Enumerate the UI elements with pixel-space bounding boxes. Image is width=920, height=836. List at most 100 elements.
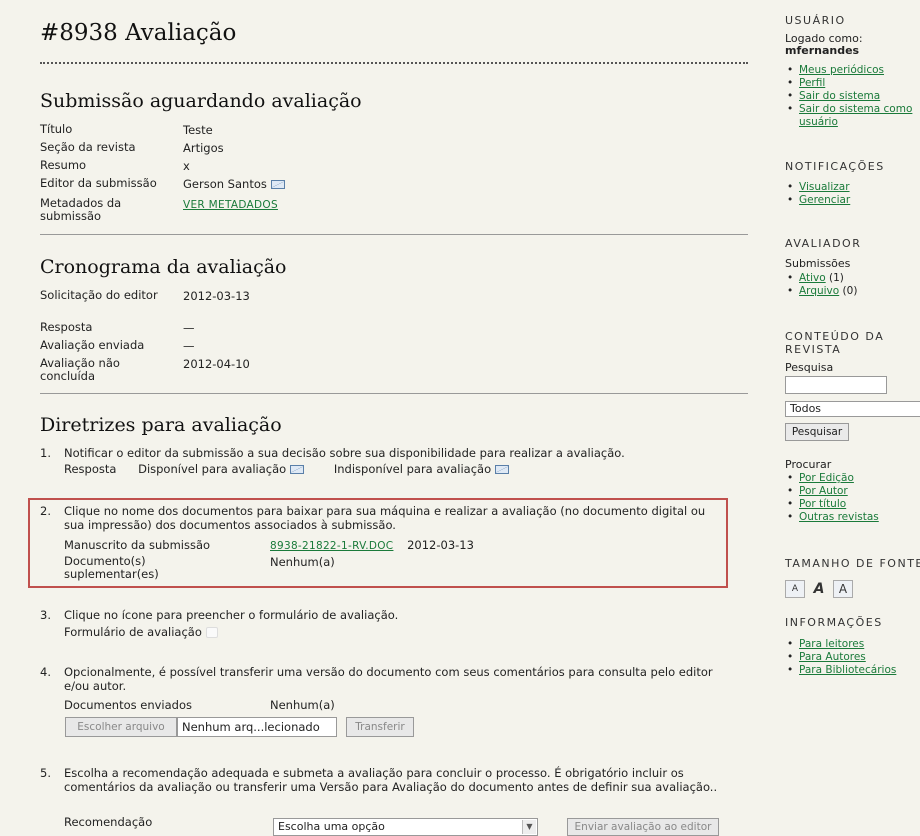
editor-value: Gerson Santos <box>183 177 285 191</box>
review-form-row: Formulário de avaliação <box>64 625 218 639</box>
due-value: 2012-04-10 <box>183 357 250 371</box>
my-journals-link[interactable]: Meus periódicos <box>799 64 884 76</box>
reviewer-title: AVALIADOR <box>785 237 862 250</box>
sent-label: Avaliação enviada <box>40 338 145 352</box>
for-readers-link[interactable]: Para leitores <box>799 638 864 650</box>
view-notifications-link[interactable]: Visualizar <box>799 181 850 193</box>
profile-link[interactable]: Perfil <box>799 77 825 89</box>
email-icon[interactable] <box>270 180 285 189</box>
unavailable-label: Indisponível para avaliação <box>333 462 492 476</box>
user-block-title: USUÁRIO <box>785 14 846 27</box>
notifications-title: NOTIFICAÇÕES <box>785 160 885 173</box>
step-text: Clique no nome dos documentos para baixa… <box>64 504 706 532</box>
logout-link[interactable]: Sair do sistema <box>799 90 880 102</box>
review-form-icon[interactable] <box>205 627 218 638</box>
sent-value: — <box>183 339 195 353</box>
review-form-label: Formulário de avaliação <box>64 625 202 639</box>
unavailable-option[interactable]: Indisponível para avaliação <box>333 462 510 476</box>
active-count: (1) <box>829 272 844 284</box>
by-author-link[interactable]: Por Autor <box>799 485 848 497</box>
uploaded-docs-value: Nenhum(a) <box>270 698 335 712</box>
information-links: Para leitores Para Autores Para Bibliote… <box>787 638 920 677</box>
recommendation-selected: Escolha uma opção <box>278 820 385 833</box>
manuscript-row: 8938-21822-1-RV.DOC 2012-03-13 <box>270 538 474 552</box>
manage-notifications-link[interactable]: Gerenciar <box>799 194 850 206</box>
search-scope-select[interactable]: Todos <box>785 401 920 417</box>
step-4: 4. Opcionalmente, é possível transferir … <box>40 665 740 693</box>
page-title: #8938 Avaliação <box>40 20 237 46</box>
divider <box>40 393 748 394</box>
step-number: 3. <box>40 608 51 622</box>
font-large-button[interactable]: A <box>833 580 853 598</box>
archive-count: (0) <box>842 285 858 297</box>
notification-links: Visualizar Gerenciar <box>787 181 850 207</box>
browse-label: Procurar <box>785 458 832 471</box>
step-text: Escolha a recomendação adequada e submet… <box>64 766 718 794</box>
archive-link[interactable]: Arquivo <box>799 285 839 297</box>
step-3: 3. Clique no ícone para preencher o form… <box>40 608 740 622</box>
search-button[interactable]: Pesquisar <box>785 423 849 441</box>
abstract-value: x <box>183 159 190 173</box>
font-small-button[interactable]: A <box>785 580 805 598</box>
email-icon[interactable] <box>495 465 510 474</box>
metadata-label: Metadados da submissão <box>40 196 122 223</box>
send-review-button[interactable]: Enviar avaliação ao editor <box>567 818 719 836</box>
recommendation-select[interactable]: Escolha uma opção ▼ <box>273 818 538 836</box>
abstract-label: Resumo <box>40 158 87 172</box>
font-size-title: TAMANHO DE FONTE <box>785 557 920 570</box>
manuscript-date: 2012-03-13 <box>407 538 474 552</box>
requested-label: Solicitação do editor <box>40 288 158 302</box>
by-title-link[interactable]: Por título <box>799 498 846 510</box>
requested-value: 2012-03-13 <box>183 289 250 303</box>
recommendation-label: Recomendação <box>64 815 153 829</box>
chevron-down-icon: ▼ <box>522 820 536 834</box>
upload-button[interactable]: Transferir <box>346 717 414 737</box>
response-value: — <box>183 321 195 335</box>
metadata-value: VER METADADOS <box>183 197 278 211</box>
editor-label: Editor da submissão <box>40 176 157 190</box>
page: #8938 Avaliação Submissão aguardando ava… <box>0 0 920 836</box>
view-metadata-link[interactable]: VER METADADOS <box>183 199 278 211</box>
manuscript-label: Manuscrito da submissão <box>64 538 211 552</box>
step-text: Opcionalmente, é possível transferir uma… <box>64 665 713 693</box>
submission-heading: Submissão aguardando avaliação <box>40 90 362 112</box>
username: mfernandes <box>785 44 860 57</box>
journal-content-title: CONTEÚDO DA REVISTA <box>785 330 885 356</box>
file-name-display: Nenhum arq...lecionado <box>177 717 337 737</box>
browse-links: Por Edição Por Autor Por título Outras r… <box>787 472 879 524</box>
step-number: 5. <box>40 766 51 780</box>
submissions-label: Submissões <box>785 257 851 270</box>
other-journals-link[interactable]: Outras revistas <box>799 511 879 523</box>
step-5: 5. Escolha a recomendação adequada e sub… <box>40 766 740 794</box>
step-number: 1. <box>40 446 51 460</box>
active-link[interactable]: Ativo <box>799 272 826 284</box>
logout-as-user-link[interactable]: Sair do sistema como usuário <box>799 103 912 128</box>
reviewer-links: Ativo (1) Arquivo (0) <box>787 272 858 298</box>
for-authors-link[interactable]: Para Autores <box>799 651 866 663</box>
supplementary-label: Documento(s) suplementar(es) <box>64 554 159 581</box>
search-input[interactable] <box>785 376 887 394</box>
choose-file-button[interactable]: Escolher arquivo <box>65 717 177 737</box>
step-number: 4. <box>40 665 51 679</box>
title-value: Teste <box>183 123 213 137</box>
due-label: Avaliação não concluída <box>40 356 120 383</box>
search-label: Pesquisa <box>785 361 834 374</box>
section-value: Artigos <box>183 141 224 155</box>
step-1: 1. Notificar o editor da submissão a sua… <box>40 446 740 460</box>
title-divider <box>40 62 748 64</box>
available-label: Disponível para avaliação <box>138 462 287 476</box>
step-text: Notificar o editor da submissão a sua de… <box>64 446 625 460</box>
by-issue-link[interactable]: Por Edição <box>799 472 854 484</box>
section-label: Seção da revista <box>40 140 136 154</box>
step-text: Clique no ícone para preencher o formulá… <box>64 608 399 622</box>
email-icon[interactable] <box>290 465 305 474</box>
uploaded-docs-label: Documentos enviados <box>64 698 192 712</box>
manuscript-file-link[interactable]: 8938-21822-1-RV.DOC <box>270 540 393 552</box>
available-option[interactable]: Disponível para avaliação <box>138 462 305 476</box>
font-medium-button[interactable]: A <box>809 580 829 598</box>
for-librarians-link[interactable]: Para Bibliotecários <box>799 664 896 676</box>
response-label: Resposta <box>64 462 117 476</box>
response-row: Resposta Disponível para avaliação Indis… <box>64 462 510 476</box>
user-links: Meus periódicos Perfil Sair do sistema S… <box>787 64 919 129</box>
editor-name: Gerson Santos <box>183 177 267 191</box>
